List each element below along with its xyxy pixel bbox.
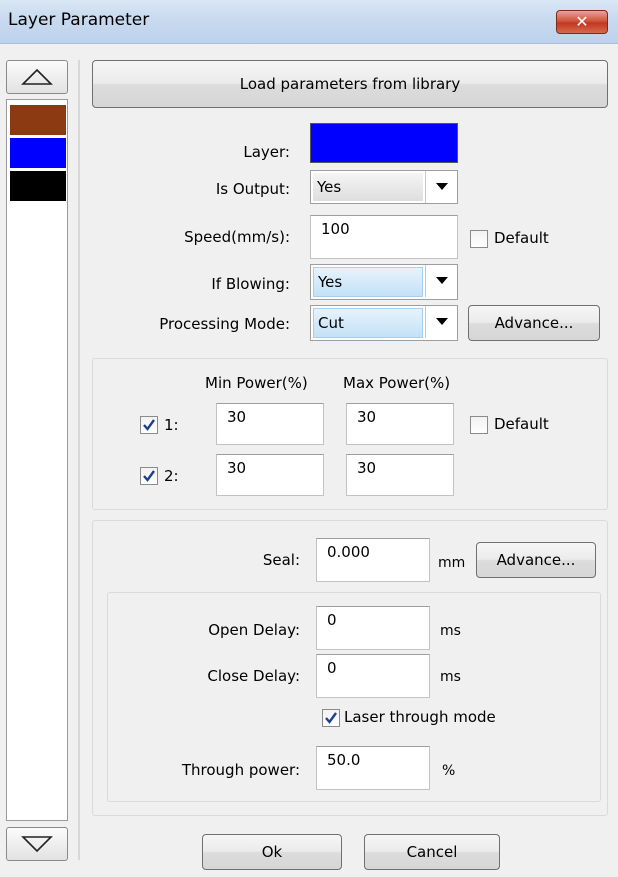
vertical-divider [78,60,80,860]
seal-advance-button[interactable]: Advance... [476,542,596,578]
checkmark-icon [325,712,337,724]
chevron-down-icon [436,318,448,325]
power-default-checkbox[interactable] [470,416,488,434]
is-output-dropdown-button[interactable] [425,171,457,203]
speed-default-checkbox[interactable] [470,230,488,248]
is-output-select[interactable]: Yes [310,170,458,204]
layer-list-scroll-down-button[interactable] [6,827,68,861]
processing-mode-label: Processing Mode: [159,315,290,333]
cancel-label: Cancel [406,843,458,861]
processing-mode-select[interactable]: Cut [310,305,458,341]
power-row-1-label: 1: [164,416,179,434]
processing-mode-dropdown-button[interactable] [425,306,457,338]
power-row-1-checkbox[interactable] [140,416,158,434]
power-row-2-min-input[interactable]: 30 [216,454,324,496]
power-row-1-min-input[interactable]: 30 [216,403,324,445]
power-default-label: Default [494,415,549,433]
checkmark-icon [143,419,155,431]
open-delay-unit: ms [440,623,461,639]
close-delay-input[interactable]: 0 [316,654,430,698]
seal-label: Seal: [262,551,300,569]
close-icon: ✕ [575,12,589,31]
seal-input[interactable]: 0.000 [316,538,430,582]
if-blowing-label: If Blowing: [211,275,290,293]
layer-parameter-dialog: Layer Parameter ✕ Load parameters from l… [0,0,618,877]
is-output-value: Yes [313,173,423,201]
triangle-up-icon [21,68,53,85]
power-row-2-checkbox[interactable] [140,467,158,485]
if-blowing-value: Yes [313,267,423,297]
speed-input[interactable]: 100 [310,215,458,259]
laser-through-mode-checkbox[interactable] [322,709,340,727]
max-power-header: Max Power(%) [343,374,451,392]
speed-default-label: Default [494,229,549,247]
chevron-down-icon [436,183,448,190]
ok-button[interactable]: Ok [202,834,342,870]
if-blowing-select[interactable]: Yes [310,264,458,300]
checkmark-icon [143,470,155,482]
layer-swatch-3[interactable] [10,171,66,201]
seal-advance-label: Advance... [496,551,576,569]
power-row-2-max-input[interactable]: 30 [346,454,454,496]
is-output-label: Is Output: [215,180,290,198]
open-delay-input[interactable]: 0 [316,606,430,650]
power-row-2-label: 2: [164,467,179,485]
processing-advance-label: Advance... [494,314,574,332]
power-row-1-max-input[interactable]: 30 [346,403,454,445]
open-delay-label: Open Delay: [208,621,300,639]
chevron-down-icon [436,277,448,284]
close-delay-label: Close Delay: [207,667,300,685]
layer-label: Layer: [243,143,290,161]
title-bar: Layer Parameter ✕ [0,0,618,44]
processing-advance-button[interactable]: Advance... [468,305,600,341]
through-power-input[interactable]: 50.0 [316,746,430,790]
close-delay-unit: ms [440,669,461,685]
layer-color-box [310,123,458,163]
load-parameters-label: Load parameters from library [239,75,461,93]
through-power-label: Through power: [181,761,300,779]
speed-label: Speed(mm/s): [184,228,290,246]
triangle-down-icon [21,836,53,853]
if-blowing-dropdown-button[interactable] [425,265,457,297]
window-title: Layer Parameter [8,10,150,30]
layer-color-list[interactable] [6,99,68,821]
min-power-header: Min Power(%) [205,374,308,392]
laser-through-mode-label: Laser through mode [344,708,496,726]
layer-swatch-2[interactable] [10,138,66,168]
cancel-button[interactable]: Cancel [364,834,500,870]
through-power-unit: % [442,763,456,779]
ok-label: Ok [261,843,283,861]
processing-mode-value: Cut [313,308,423,338]
close-button[interactable]: ✕ [556,10,608,34]
load-parameters-button[interactable]: Load parameters from library [92,60,608,108]
seal-unit: mm [438,555,466,571]
layer-swatch-1[interactable] [10,105,66,135]
layer-list-scroll-up-button[interactable] [6,60,68,94]
